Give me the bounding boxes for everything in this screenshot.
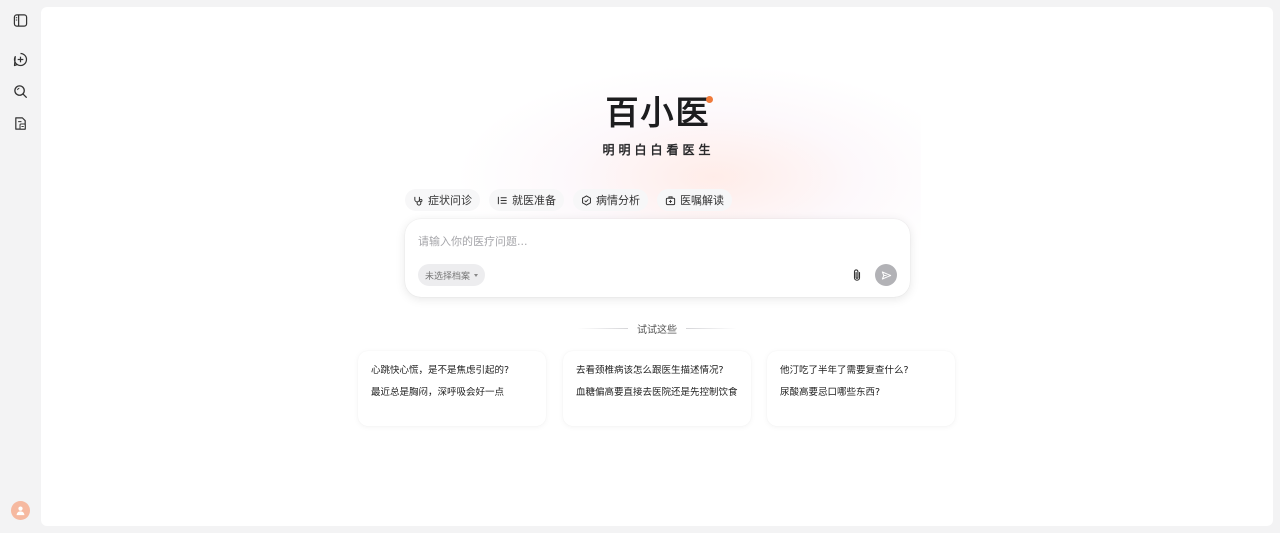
chip-visit-prep[interactable]: 就医准备 [489,189,564,211]
chevron-down-icon [474,273,479,277]
chip-label: 症状问诊 [428,194,472,207]
suggestion-question[interactable]: 血糖偏高要直接去医院还是先控制饮食 [576,387,738,399]
list-icon [497,196,507,204]
quick-action-chips: 症状问诊 就医准备 病情分析 医嘱解读 [405,189,732,211]
logo-text: 百小医 [605,93,711,132]
archive-select[interactable]: 未选择档案 [418,264,486,286]
try-these-label: 试试这些 [637,324,677,336]
send-icon [881,271,891,279]
paperclip-icon[interactable] [850,268,864,282]
divider-line [686,327,737,329]
divider-line [577,327,628,329]
plus-circle-icon [13,52,28,67]
sidebar-toggle-button[interactable] [9,9,32,32]
chip-label: 就医准备 [512,194,556,207]
medkit-icon [665,195,676,205]
brand-logo: 百小医 [603,93,713,133]
chip-label: 病情分析 [596,194,640,207]
send-button[interactable] [875,264,897,286]
sidebar-rail [0,0,41,533]
question-input[interactable] [418,232,888,250]
suggestion-question[interactable]: 尿酸高要忌口哪些东西? [780,387,942,399]
new-chat-button[interactable] [9,48,32,71]
chip-condition-analysis[interactable]: 病情分析 [573,189,648,211]
document-book-icon [15,117,26,130]
suggestion-card: 心跳快心慌，是不是焦虑引起的? 最近总是胸闷，深呼吸会好一点 [358,351,546,426]
suggestion-question[interactable]: 心跳快心慌，是不是焦虑引起的? [371,365,533,377]
try-these-divider: 试试这些 [577,321,737,336]
records-button[interactable] [9,112,32,135]
suggestion-question[interactable]: 去看颈椎病该怎么跟医生描述情况? [576,365,738,377]
archive-select-label: 未选择档案 [425,271,471,282]
user-icon [16,506,25,516]
brand-slogan: 明明白白看医生 [602,143,715,157]
suggestion-card: 去看颈椎病该怎么跟医生描述情况? 血糖偏高要直接去医院还是先控制饮食 [563,351,751,426]
chat-input-card: 未选择档案 [405,219,910,297]
sidebar-panel-icon [13,14,28,27]
chip-label: 医嘱解读 [680,194,724,207]
logo-dot [706,96,713,103]
avatar[interactable] [11,501,30,520]
suggestion-question[interactable]: 最近总是胸闷，深呼吸会好一点 [371,387,533,399]
search-icon [14,85,27,98]
chip-symptom-consult[interactable]: 症状问诊 [405,189,480,211]
stethoscope-icon [414,196,423,206]
hexagon-icon [582,194,591,206]
suggestion-question[interactable]: 他汀吃了半年了需要复查什么? [780,365,942,377]
search-button[interactable] [9,80,32,103]
main-panel: 百小医 明明白白看医生 症状问诊 就医准备 病情分析 医嘱解读 请输入你的医疗问… [41,7,1273,526]
suggestion-card: 他汀吃了半年了需要复查什么? 尿酸高要忌口哪些东西? [767,351,955,426]
chip-advice-interpret[interactable]: 医嘱解读 [657,189,732,211]
